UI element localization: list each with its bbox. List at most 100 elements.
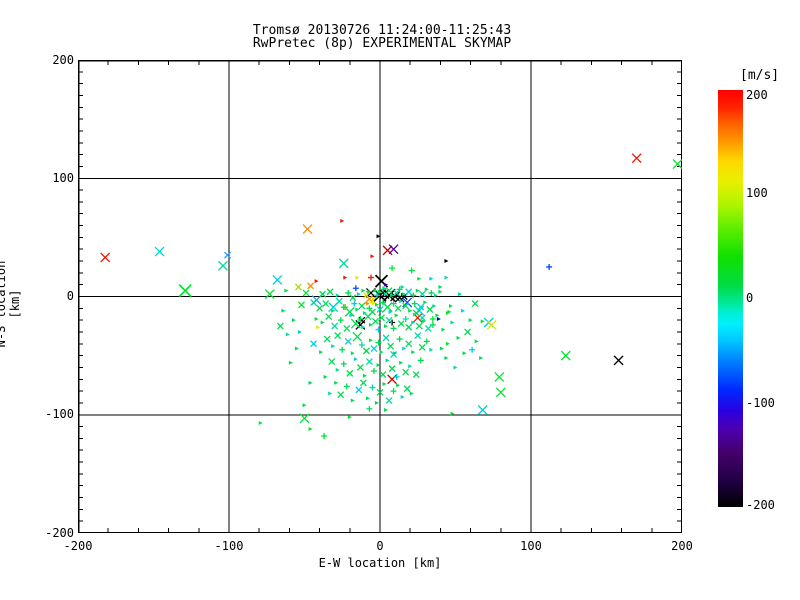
scatter-point bbox=[560, 350, 571, 361]
scatter-point bbox=[471, 300, 479, 308]
scatter-point bbox=[337, 391, 345, 399]
scatter-point bbox=[316, 304, 324, 312]
scatter-point bbox=[319, 350, 324, 355]
y-tick-label: -200 bbox=[45, 526, 74, 540]
x-tick-label: 0 bbox=[376, 539, 384, 553]
scatter-point bbox=[302, 224, 313, 235]
scatter-point bbox=[154, 246, 165, 257]
scatter-point bbox=[337, 317, 344, 324]
scatter-point bbox=[436, 316, 441, 321]
scatter-point bbox=[365, 301, 370, 306]
scatter-point bbox=[613, 355, 624, 366]
scatter-point bbox=[417, 276, 422, 281]
scatter-point bbox=[399, 360, 404, 365]
scatter-point bbox=[441, 327, 446, 332]
skymap-window: Tromsø 20130726 11:24:00-11:25:43 RwPret… bbox=[0, 0, 800, 600]
scatter-point bbox=[346, 369, 354, 377]
scatter-point bbox=[414, 332, 422, 339]
scatter-point bbox=[444, 355, 449, 360]
scatter-point bbox=[412, 309, 420, 317]
scatter-point bbox=[464, 328, 472, 336]
scatter-plot-canvas bbox=[78, 60, 682, 533]
scatter-point bbox=[365, 396, 370, 401]
scatter-point bbox=[374, 400, 379, 405]
scatter-point bbox=[368, 322, 373, 327]
scatter-point bbox=[340, 360, 347, 367]
scatter-point bbox=[338, 258, 349, 269]
scatter-point bbox=[331, 344, 336, 349]
scatter-point bbox=[469, 346, 476, 353]
scatter-point bbox=[334, 380, 339, 385]
scatter-point bbox=[302, 289, 310, 297]
x-tick-label: 100 bbox=[520, 539, 542, 553]
scatter-point bbox=[276, 322, 284, 330]
x-tick-label: -100 bbox=[214, 539, 244, 553]
scatter-point bbox=[429, 347, 434, 352]
scatter-point bbox=[362, 373, 367, 378]
scatter-point bbox=[310, 340, 318, 348]
scatter-point bbox=[408, 364, 413, 369]
scatter-point bbox=[411, 300, 418, 307]
scatter-point bbox=[366, 405, 373, 412]
scatter-point bbox=[405, 340, 413, 348]
scatter-point bbox=[351, 300, 358, 307]
scatter-point bbox=[495, 387, 506, 398]
scatter-point bbox=[429, 315, 436, 322]
colorbar-tick-label: 0 bbox=[746, 291, 754, 305]
scatter-point bbox=[308, 426, 313, 431]
scatter-point bbox=[331, 322, 339, 330]
scatter-point bbox=[307, 282, 314, 290]
y-tick-label: -100 bbox=[45, 407, 74, 421]
scatter-point bbox=[546, 263, 553, 270]
scatter-point bbox=[358, 341, 365, 348]
scatter-point bbox=[418, 343, 426, 351]
scatter-point bbox=[417, 357, 424, 364]
scatter-point bbox=[378, 314, 385, 322]
scatter-point bbox=[390, 388, 397, 395]
scatter-point bbox=[461, 308, 466, 313]
scatter-point bbox=[328, 391, 333, 396]
scatter-point bbox=[374, 302, 379, 307]
scatter-point bbox=[410, 292, 417, 299]
scatter-point bbox=[479, 355, 484, 360]
scatter-point bbox=[272, 274, 283, 285]
scatter-point bbox=[281, 308, 286, 313]
scatter-point bbox=[450, 320, 455, 325]
scatter-point bbox=[334, 332, 342, 339]
scatter-point bbox=[364, 313, 372, 321]
plot-area bbox=[78, 60, 682, 533]
scatter-point bbox=[385, 287, 393, 295]
scatter-point bbox=[384, 324, 389, 329]
scatter-point bbox=[320, 320, 325, 325]
scatter-point bbox=[444, 259, 449, 264]
velocity-colorbar bbox=[718, 90, 743, 507]
scatter-point bbox=[358, 302, 366, 310]
scatter-point bbox=[355, 307, 360, 312]
scatter-point bbox=[402, 368, 410, 376]
scatter-point bbox=[356, 292, 361, 297]
scatter-point bbox=[295, 283, 302, 291]
scatter-point bbox=[426, 306, 434, 313]
scatter-point bbox=[218, 260, 228, 271]
scatter-point bbox=[335, 367, 340, 372]
scatter-point bbox=[486, 319, 497, 330]
scatter-point bbox=[474, 339, 479, 344]
scatter-point bbox=[444, 275, 449, 280]
scatter-point bbox=[350, 351, 355, 356]
scatter-point bbox=[424, 287, 429, 292]
scatter-point bbox=[178, 283, 192, 298]
scatter-point bbox=[385, 397, 393, 405]
scatter-point bbox=[356, 363, 364, 371]
scatter-point bbox=[480, 319, 485, 324]
scatter-point bbox=[382, 334, 390, 342]
scatter-point bbox=[362, 347, 370, 355]
scatter-point bbox=[382, 245, 393, 256]
y-tick-label: 0 bbox=[66, 289, 74, 303]
scatter-point bbox=[365, 358, 373, 365]
scatter-point bbox=[340, 218, 345, 223]
scatter-point bbox=[385, 358, 390, 363]
scatter-point bbox=[310, 298, 318, 306]
scatter-point bbox=[370, 345, 378, 352]
scatter-point bbox=[343, 383, 350, 390]
scatter-point bbox=[423, 300, 428, 305]
